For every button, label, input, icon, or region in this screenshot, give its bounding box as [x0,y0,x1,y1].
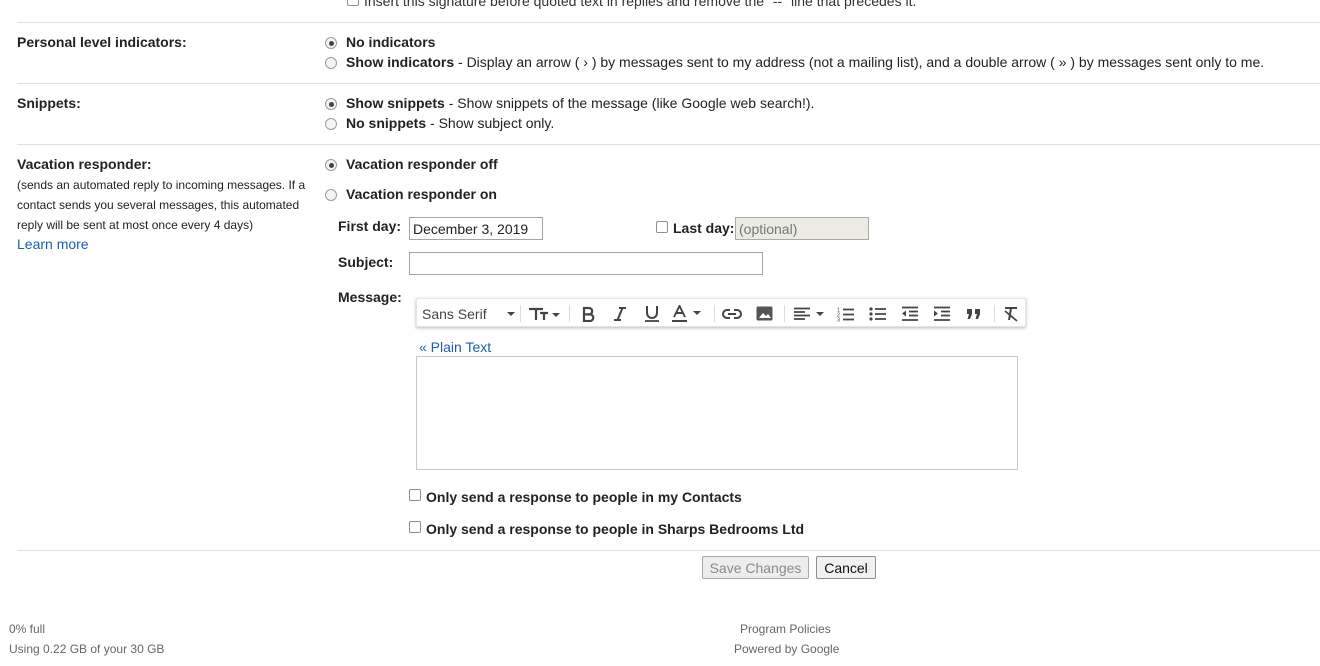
last-day-label: Last day: [673,220,735,236]
bulleted-list-icon [869,306,886,321]
indent-more-button[interactable] [927,299,957,328]
divider [17,22,1320,23]
show-snippets-radio[interactable] [325,98,337,110]
cancel-button[interactable]: Cancel [816,556,876,579]
snippets-label: Snippets: [17,95,81,111]
quote-icon [967,308,980,319]
first-day-input[interactable] [409,217,543,240]
divider [17,83,1320,84]
quote-button[interactable] [959,299,989,328]
divider [17,550,1320,551]
indent-more-icon [934,306,950,321]
vacation-responder-description: (sends an automated reply to incoming me… [17,178,306,232]
underline-button[interactable] [637,299,667,328]
message-editor[interactable] [416,356,1018,470]
font-family-select[interactable]: Sans Serif [421,299,517,328]
insert-signature-checkbox[interactable] [347,0,359,6]
insert-link-button[interactable] [717,299,747,328]
insert-signature-label: Insert this signature before quoted text… [364,0,917,9]
bulleted-list-button[interactable] [863,299,893,328]
divider [17,144,1320,145]
show-indicators-radio[interactable] [325,57,337,69]
toolbar-separator [520,305,521,322]
toolbar-separator [569,305,570,322]
vacation-off-option: Vacation responder off [346,156,498,172]
chevron-down-icon [507,312,515,316]
bold-button[interactable] [573,299,603,328]
plain-text-link[interactable]: « Plain Text [419,339,491,355]
personal-level-label: Personal level indicators: [17,34,187,50]
last-day-input[interactable] [735,217,869,240]
vacation-on-radio[interactable] [325,189,337,201]
message-label: Message: [338,289,402,305]
domain-only-checkbox[interactable] [409,521,421,533]
link-icon [722,308,742,319]
indent-less-icon [902,306,918,321]
remove-formatting-button[interactable] [997,299,1025,328]
italic-button[interactable] [605,299,635,328]
domain-only-label: Only send a response to people in Sharps… [426,521,805,537]
contacts-only-label: Only send a response to people in my Con… [426,489,742,505]
vacation-responder-label: Vacation responder: [17,156,152,172]
save-changes-button[interactable]: Save Changes [702,556,809,579]
font-size-icon [529,307,560,320]
remove-formatting-icon [1004,306,1018,322]
align-icon [794,307,824,320]
vacation-off-radio[interactable] [325,159,337,171]
text-color-button[interactable] [669,299,707,328]
storage-usage: Using 0.22 GB of your 30 GB [9,642,165,656]
program-policies-link[interactable]: Program Policies [740,622,831,636]
vacation-on-option: Vacation responder on [346,186,497,202]
text-color-icon [672,305,701,322]
align-button[interactable] [789,299,829,328]
underline-icon [645,306,659,322]
no-indicators-radio[interactable] [325,37,337,49]
no-indicators-option: No indicators [346,34,436,50]
numbered-list-button[interactable]: 1 2 3 [831,299,861,328]
subject-label: Subject: [338,254,394,270]
numbered-list-icon: 1 2 3 [837,307,854,322]
learn-more-link[interactable]: Learn more [17,236,89,252]
image-icon [756,306,772,321]
indent-less-button[interactable] [895,299,925,328]
no-snippets-radio[interactable] [325,118,337,130]
font-size-button[interactable] [523,299,565,328]
powered-by-google: Powered by Google [734,642,840,656]
toolbar-separator [714,305,715,322]
toolbar-separator [994,305,995,322]
last-day-checkbox[interactable] [656,221,668,233]
contacts-only-checkbox[interactable] [409,489,421,501]
bold-icon [582,306,595,322]
show-snippets-option: Show snippets - Show snippets of the mes… [346,95,815,111]
show-indicators-option: Show indicators - Display an arrow ( › )… [346,54,1265,70]
no-snippets-option: No snippets - Show subject only. [346,115,555,131]
toolbar-separator [784,305,785,322]
italic-icon [614,306,626,321]
storage-percent: 0% full [9,622,46,636]
insert-image-button[interactable] [749,299,779,328]
first-day-label: First day: [338,218,402,234]
svg-text:3: 3 [837,317,840,322]
subject-input[interactable] [409,252,763,275]
formatting-toolbar: Sans Serif 1 2 3 [416,298,1026,327]
font-family-value: Sans Serif [422,305,487,322]
